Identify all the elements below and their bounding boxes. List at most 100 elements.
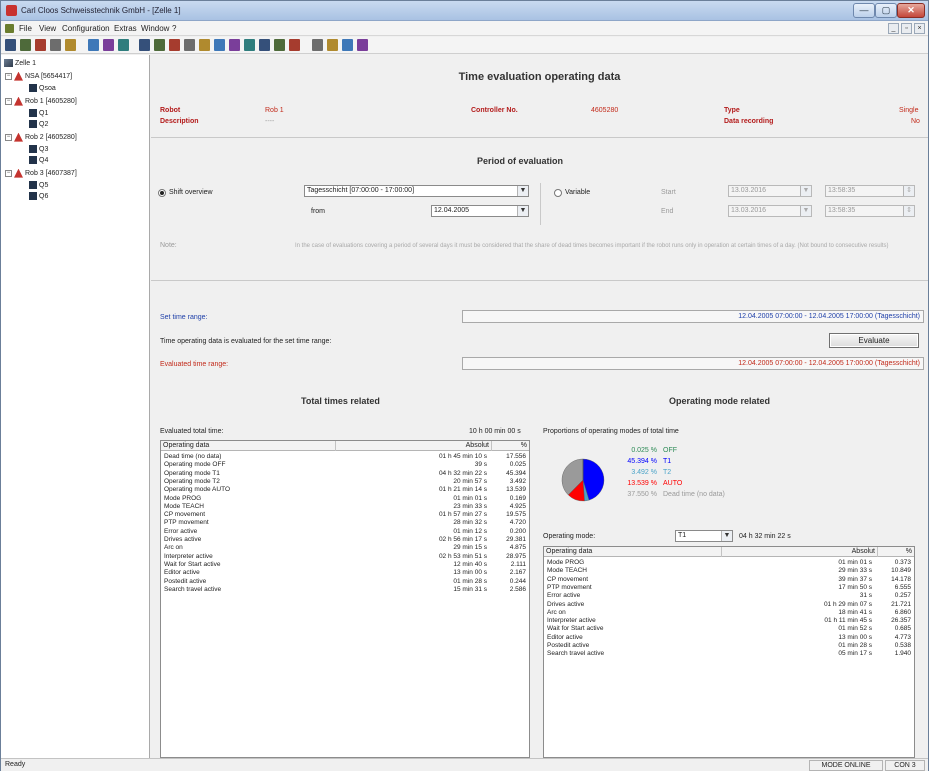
table-row[interactable]: Mode TEACH 29 min 33 s 10.849 bbox=[544, 567, 914, 575]
close-button[interactable]: ✕ bbox=[897, 3, 925, 18]
table-row[interactable]: Operating mode AUTO 01 h 21 min 14 s 13.53… bbox=[161, 486, 529, 494]
table-row[interactable]: Error active 31 s 0.257 bbox=[544, 592, 914, 600]
col-operating-data[interactable]: Operating data bbox=[544, 547, 722, 557]
robot-icon[interactable] bbox=[139, 39, 150, 51]
table-row[interactable]: Search travel active 05 min 17 s 1.940 bbox=[544, 650, 914, 658]
table-row[interactable]: Mode TEACH 23 min 33 s 4.925 bbox=[161, 503, 529, 511]
tree-leaf[interactable]: Q4 bbox=[29, 155, 48, 166]
report-icon[interactable] bbox=[342, 39, 353, 51]
help-icon[interactable] bbox=[357, 39, 368, 51]
operating-mode-table[interactable]: Operating data Absolut % Mode PROG 01 min… bbox=[543, 546, 915, 758]
tree-leaf[interactable]: Q3 bbox=[29, 144, 48, 155]
print-icon[interactable] bbox=[20, 39, 31, 51]
table-row[interactable]: Wait for Start active 12 min 40 s 2.111 bbox=[161, 561, 529, 569]
document-icon[interactable] bbox=[5, 24, 14, 33]
tree-leaf[interactable]: Q2 bbox=[29, 119, 48, 130]
col-operating-data[interactable]: Operating data bbox=[161, 441, 336, 451]
robot-icon[interactable] bbox=[199, 39, 210, 51]
table-row[interactable]: Dead time (no data) 01 h 45 min 10 s 17.55… bbox=[161, 453, 529, 461]
cell-tree[interactable]: Zelle 1 − NSA [5654417] Qsoa − Rob 1 [4605… bbox=[1, 55, 150, 758]
chart-icon[interactable] bbox=[274, 39, 285, 51]
tree-root[interactable]: Zelle 1 bbox=[4, 58, 36, 69]
table-row[interactable]: Interpreter active 01 h 11 min 45 s 26.357 bbox=[544, 617, 914, 625]
tree-node[interactable]: − Rob 1 [4605280] bbox=[5, 96, 77, 107]
table-row[interactable]: Arc on 29 min 15 s 4.875 bbox=[161, 544, 529, 552]
tree-leaf[interactable]: Q6 bbox=[29, 191, 48, 202]
table-row[interactable]: Wait for Start active 01 min 52 s 0.685 bbox=[544, 625, 914, 633]
tree-leaf[interactable]: Q1 bbox=[29, 108, 48, 119]
table-row[interactable]: Operating mode OFF 39 s 0.025 bbox=[161, 461, 529, 469]
table-row[interactable]: PTP movement 28 min 32 s 4.720 bbox=[161, 519, 529, 527]
table-row[interactable]: Postedit active 01 min 28 s 0.538 bbox=[544, 642, 914, 650]
operating-mode-select[interactable]: T1 ▼ bbox=[675, 530, 733, 542]
table-row[interactable]: Error active 01 min 12 s 0.200 bbox=[161, 528, 529, 536]
shift-overview-radio[interactable] bbox=[158, 189, 166, 197]
menu-window[interactable]: Window bbox=[141, 24, 169, 33]
export-icon[interactable] bbox=[118, 39, 129, 51]
menu-help[interactable]: ? bbox=[172, 24, 176, 33]
table-row[interactable]: Search travel active 15 min 31 s 2.586 bbox=[161, 586, 529, 594]
start-time-spinner[interactable]: 13:58:35 ⇕ bbox=[825, 185, 915, 197]
tree-node[interactable]: − Rob 3 [4607387] bbox=[5, 168, 77, 179]
cut-icon[interactable] bbox=[35, 39, 46, 51]
table-row[interactable]: Mode PROG 01 min 01 s 0.373 bbox=[544, 559, 914, 567]
settings-icon[interactable] bbox=[88, 39, 99, 51]
table-row[interactable]: CP movement 39 min 37 s 14.178 bbox=[544, 576, 914, 584]
table-row[interactable]: PTP movement 17 min 50 s 6.555 bbox=[544, 584, 914, 592]
chart-icon[interactable] bbox=[244, 39, 255, 51]
variable-radio[interactable] bbox=[554, 189, 562, 197]
mdi-close-button[interactable]: × bbox=[914, 23, 925, 34]
globe-icon[interactable] bbox=[312, 39, 323, 51]
tree-leaf[interactable]: Qsoa bbox=[29, 83, 56, 94]
table-row[interactable]: Operating mode T2 20 min 57 s 3.492 bbox=[161, 478, 529, 486]
save-icon[interactable] bbox=[5, 39, 16, 51]
end-time-spinner[interactable]: 13:58:35 ⇕ bbox=[825, 205, 915, 217]
from-date-picker[interactable]: 12.04.2005 ▼ bbox=[431, 205, 529, 217]
table-row[interactable]: Arc on 18 min 41 s 6.860 bbox=[544, 609, 914, 617]
collapse-icon[interactable]: − bbox=[5, 169, 12, 177]
table-row[interactable]: Mode PROG 01 min 01 s 0.169 bbox=[161, 495, 529, 503]
table-row[interactable]: Postedit active 01 min 28 s 0.244 bbox=[161, 578, 529, 586]
title-bar[interactable]: Carl Cloos Schweisstechnik GmbH - [Zelle… bbox=[1, 1, 928, 21]
start-date-picker[interactable]: 13.03.2016 ▼ bbox=[728, 185, 812, 197]
robot-icon[interactable] bbox=[229, 39, 240, 51]
col-absolut[interactable]: Absolut bbox=[722, 547, 878, 557]
table-row[interactable]: Editor active 13 min 00 s 2.167 bbox=[161, 569, 529, 577]
menu-configuration[interactable]: Configuration bbox=[62, 24, 110, 33]
copy-icon[interactable] bbox=[50, 39, 61, 51]
pointer-icon[interactable] bbox=[327, 39, 338, 51]
total-times-table[interactable]: Operating data Absolut % Dead time (no d… bbox=[160, 440, 530, 758]
menu-view[interactable]: View bbox=[39, 24, 56, 33]
robot-icon[interactable] bbox=[154, 39, 165, 51]
minimize-button[interactable]: — bbox=[853, 3, 875, 18]
evaluate-button[interactable]: Evaluate bbox=[829, 333, 919, 348]
collapse-icon[interactable]: − bbox=[5, 97, 12, 105]
table-row[interactable]: Operating mode T1 04 h 32 min 22 s 45.394 bbox=[161, 470, 529, 478]
col-absolut[interactable]: Absolut bbox=[336, 441, 492, 451]
chart-icon[interactable] bbox=[289, 39, 300, 51]
collapse-icon[interactable]: − bbox=[5, 72, 12, 80]
search-icon[interactable] bbox=[103, 39, 114, 51]
robot-icon[interactable] bbox=[169, 39, 180, 51]
tree-leaf[interactable]: Q5 bbox=[29, 180, 48, 191]
menu-extras[interactable]: Extras bbox=[114, 24, 137, 33]
menu-file[interactable]: File bbox=[19, 24, 32, 33]
mdi-minimize-button[interactable]: _ bbox=[888, 23, 899, 34]
tree-node[interactable]: − NSA [5654417] bbox=[5, 71, 72, 82]
table-row[interactable]: Editor active 13 min 00 s 4.773 bbox=[544, 634, 914, 642]
shift-select[interactable]: Tagesschicht [07:00:00 - 17:00:00] ▼ bbox=[304, 185, 529, 197]
col-percent[interactable]: % bbox=[492, 441, 529, 451]
maximize-button[interactable]: ▢ bbox=[875, 3, 897, 18]
open-icon[interactable] bbox=[65, 39, 76, 51]
table-row[interactable]: Drives active 01 h 29 min 07 s 21.721 bbox=[544, 601, 914, 609]
robot-icon[interactable] bbox=[184, 39, 195, 51]
robot-icon[interactable] bbox=[214, 39, 225, 51]
collapse-icon[interactable]: − bbox=[5, 133, 12, 141]
col-percent[interactable]: % bbox=[878, 547, 914, 557]
end-date-picker[interactable]: 13.03.2016 ▼ bbox=[728, 205, 812, 217]
table-row[interactable]: CP movement 01 h 57 min 27 s 19.575 bbox=[161, 511, 529, 519]
chart-icon[interactable] bbox=[259, 39, 270, 51]
table-row[interactable]: Drives active 02 h 56 min 17 s 29.381 bbox=[161, 536, 529, 544]
mdi-restore-button[interactable]: ▫ bbox=[901, 23, 912, 34]
tree-node[interactable]: − Rob 2 [4605280] bbox=[5, 132, 77, 143]
